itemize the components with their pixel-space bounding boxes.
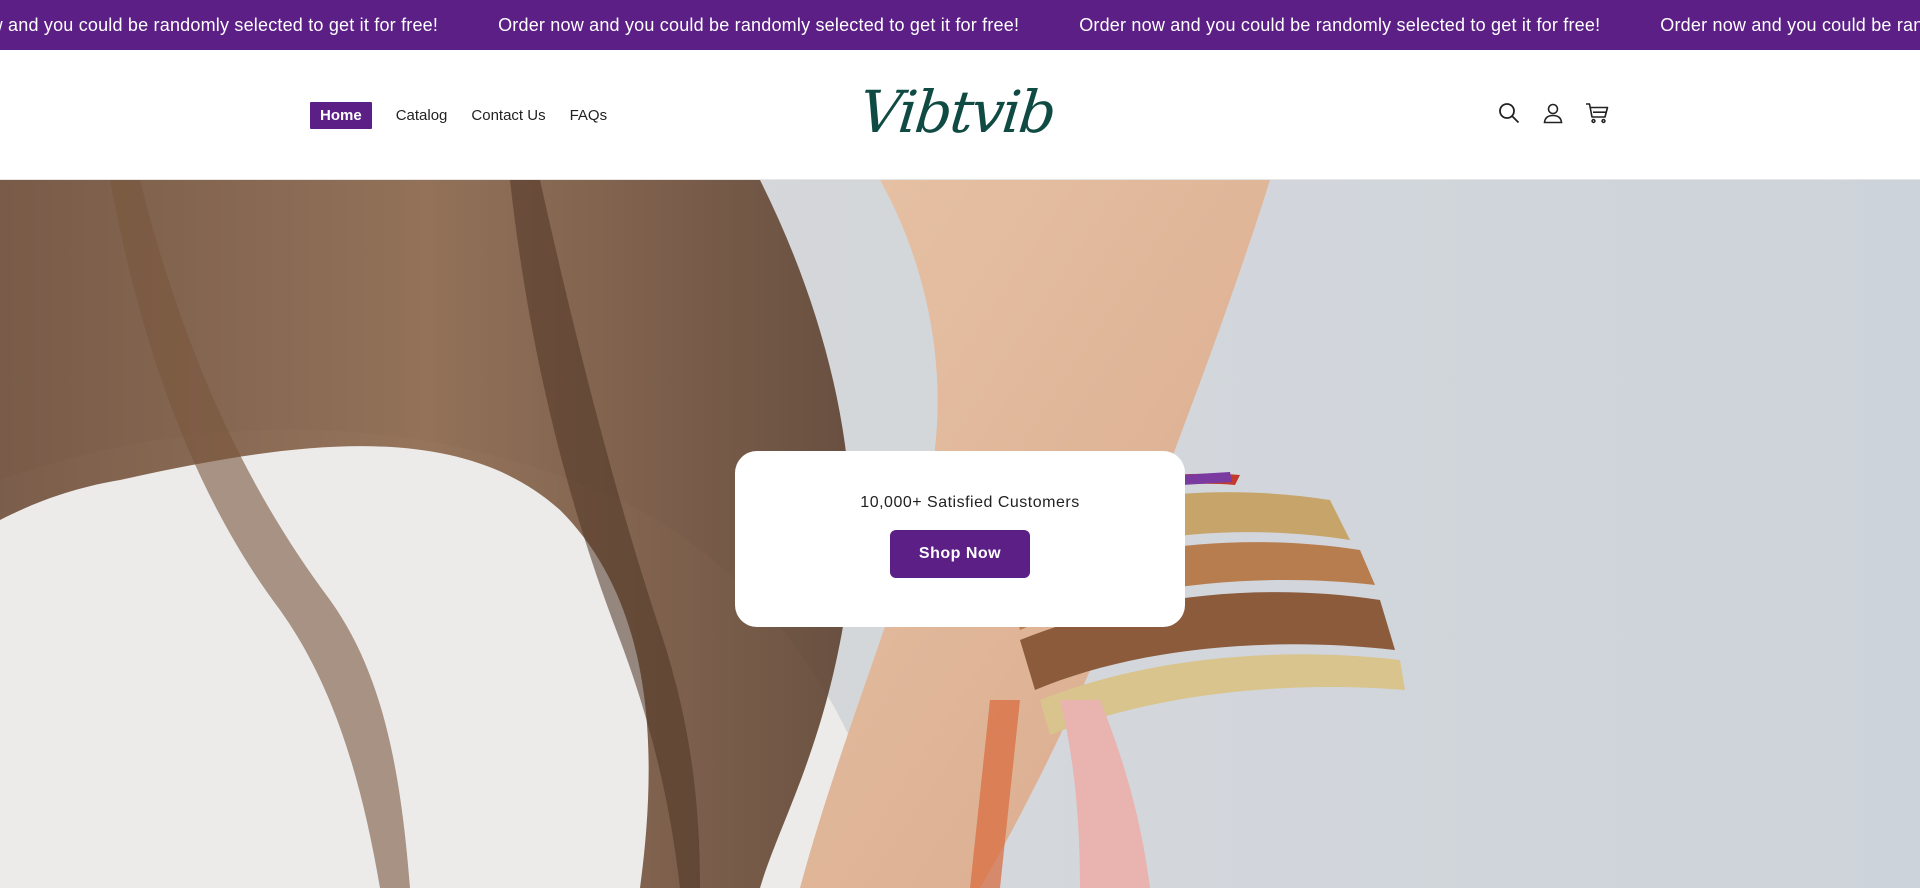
cart-icon[interactable] — [1584, 100, 1610, 126]
site-logo[interactable]: Vibtvibe — [858, 74, 1054, 156]
announcement-marquee: Order now and you could be randomly sele… — [0, 0, 1920, 50]
account-icon[interactable] — [1540, 100, 1566, 126]
nav-home[interactable]: Home — [310, 102, 372, 129]
announcement-text: Order now and you could be randomly sele… — [498, 14, 1020, 35]
site-header: Home Catalog Contact Us FAQs Vibtvibe — [0, 50, 1920, 180]
nav-contact-us[interactable]: Contact Us — [461, 103, 555, 128]
hero-tagline: 10,000+ Satisfied Customers — [860, 494, 1080, 511]
announcement-bar: Order now and you could be randomly sele… — [0, 0, 1920, 50]
hero-card: 10,000+ Satisfied Customers Shop Now — [735, 451, 1185, 627]
main-nav: Home Catalog Contact Us FAQs — [310, 102, 621, 129]
nav-catalog[interactable]: Catalog — [386, 103, 458, 128]
announcement-text: Order now and you could be randomly sele… — [0, 14, 439, 35]
nav-faqs[interactable]: FAQs — [560, 103, 618, 128]
svg-text:Vibtvibe: Vibtvibe — [858, 78, 1054, 146]
shop-now-button[interactable]: Shop Now — [890, 530, 1030, 578]
search-icon[interactable] — [1496, 100, 1522, 126]
announcement-text: Order now and you could be randomly sele… — [1079, 14, 1601, 35]
header-icons — [1496, 100, 1610, 126]
announcement-text: Order now and you could be randomly sele… — [1660, 14, 1920, 35]
hero-banner: 10,000+ Satisfied Customers Shop Now — [0, 180, 1920, 888]
